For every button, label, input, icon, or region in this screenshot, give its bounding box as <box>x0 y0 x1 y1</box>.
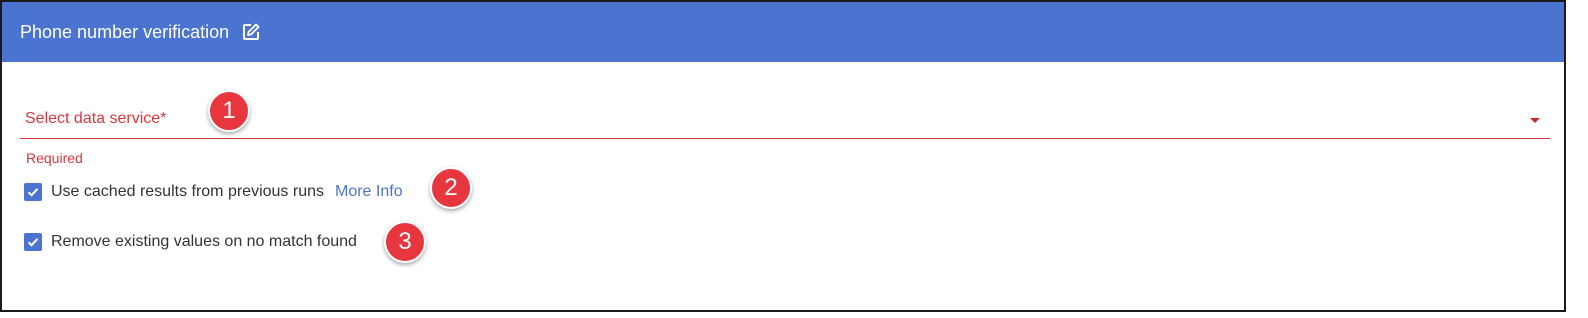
checkmark-icon <box>27 188 39 197</box>
cached-results-label: Use cached results from previous runs <box>51 183 324 200</box>
callout-badge-3: 3 <box>384 221 426 263</box>
phone-verification-panel: Phone number verification Select data se… <box>0 0 1566 312</box>
required-error-text: Required <box>26 150 83 166</box>
remove-existing-row: Remove existing values on no match found <box>24 231 357 253</box>
callout-badge-2: 2 <box>430 167 472 209</box>
cached-results-checkbox[interactable] <box>24 183 42 201</box>
edit-icon[interactable] <box>241 22 261 42</box>
remove-existing-checkbox[interactable] <box>24 233 42 251</box>
callout-badge-1: 1 <box>208 90 250 132</box>
more-info-link[interactable]: More Info <box>335 183 403 201</box>
cached-results-row: Use cached results from previous runs Mo… <box>24 181 403 203</box>
dropdown-arrow-icon[interactable] <box>1530 118 1540 123</box>
panel-title: Phone number verification <box>20 21 230 42</box>
remove-existing-label: Remove existing values on no match found <box>51 233 357 250</box>
panel-header: Phone number verification <box>2 2 1564 62</box>
data-service-label: Select data service* <box>25 110 167 127</box>
checkmark-icon <box>27 238 39 247</box>
